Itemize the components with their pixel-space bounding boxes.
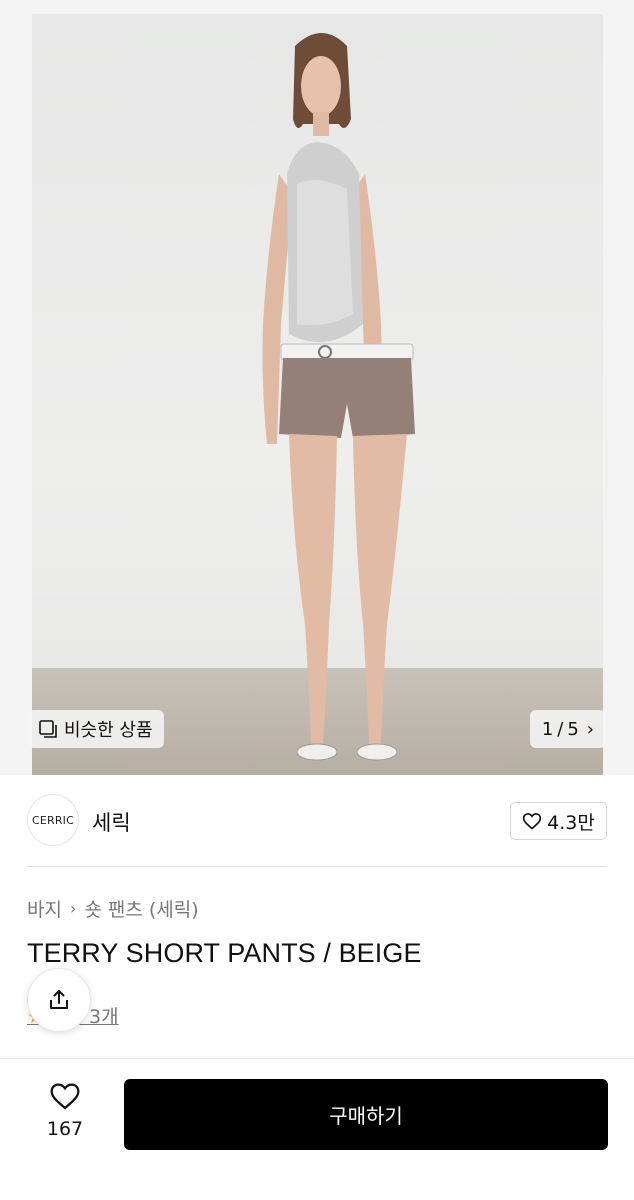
breadcrumb-subcategory[interactable]: 숏 팬츠 (세릭) — [84, 895, 198, 922]
chevron-right-icon: › — [586, 718, 594, 740]
breadcrumb: 바지 › 숏 팬츠 (세릭) — [27, 895, 199, 922]
buy-button[interactable]: 구매하기 — [124, 1079, 608, 1150]
wishlist-button[interactable]: 167 — [30, 1080, 100, 1140]
similar-items-icon — [39, 720, 57, 738]
similar-items-button[interactable]: 비슷한 상품 — [28, 710, 164, 748]
brand-like-count: 4.3만 — [547, 811, 595, 834]
brand-name-link[interactable]: 세릭 — [92, 807, 131, 837]
pager-current: 1 — [541, 718, 554, 740]
brand-logo-text: CERRIC — [31, 813, 75, 827]
pager-total: 5 — [567, 718, 579, 740]
chevron-right-icon: › — [69, 899, 77, 918]
bottom-bar-divider — [0, 1058, 634, 1059]
wishlist-count: 167 — [46, 1118, 84, 1140]
product-title: TERRY SHORT PANTS / BEIGE — [27, 938, 422, 968]
section-divider — [27, 866, 607, 867]
product-photo — [32, 14, 603, 775]
heart-icon — [50, 1083, 80, 1110]
share-button[interactable] — [27, 968, 91, 1032]
brand-logo[interactable]: CERRIC — [27, 794, 79, 846]
product-image-carousel[interactable]: 비슷한 상품 1 / 5 › — [0, 0, 634, 775]
image-pager-button[interactable]: 1 / 5 › — [529, 710, 606, 748]
model-figure — [262, 33, 415, 761]
pager-separator: / — [557, 718, 564, 740]
share-icon — [50, 990, 68, 1009]
brand-row: CERRIC 세릭 4.3만 — [0, 794, 634, 850]
brand-like-button[interactable]: 4.3만 — [510, 802, 607, 840]
heart-icon — [522, 813, 542, 830]
similar-items-label: 비슷한 상품 — [64, 720, 153, 741]
breadcrumb-category[interactable]: 바지 — [27, 895, 62, 922]
